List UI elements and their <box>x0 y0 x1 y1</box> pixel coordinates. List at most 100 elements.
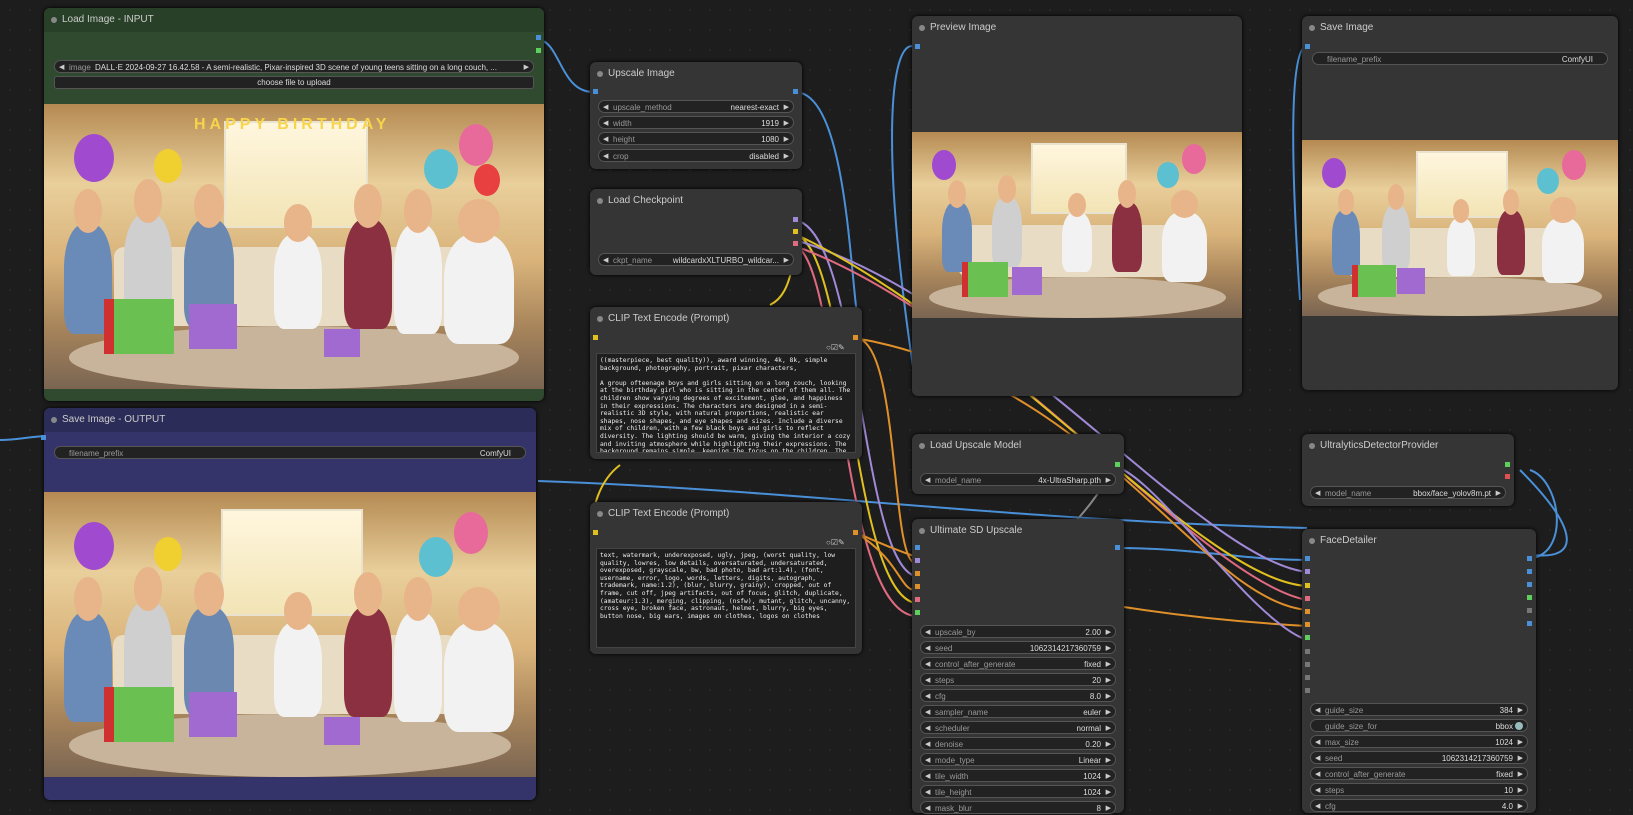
output-slot-detailer-pipe[interactable] <box>1527 608 1532 613</box>
output-slot-upscale-model[interactable] <box>1115 462 1120 467</box>
widget-tile-width[interactable]: ◀ tile_width 1024 ▶ <box>920 769 1116 782</box>
widget-label: image <box>69 63 91 72</box>
node-title: Load Checkpoint <box>590 189 802 213</box>
widget-steps[interactable]: ◀ steps 20 ▶ <box>920 673 1116 686</box>
input-slot-model[interactable] <box>1305 569 1310 574</box>
output-slot-bbox-detector[interactable] <box>1505 462 1510 467</box>
widget-guide-size-for[interactable]: guide_size_for bbox <box>1310 719 1528 732</box>
input-slot-positive[interactable] <box>1305 609 1310 614</box>
node-title: FaceDetailer <box>1302 529 1536 553</box>
choose-file-button[interactable]: choose file to upload <box>54 76 534 89</box>
output-slot-vae[interactable] <box>793 241 798 246</box>
widget-mode-type[interactable]: ◀ mode_type Linear ▶ <box>920 753 1116 766</box>
widget-height[interactable]: ◀ height 1080 ▶ <box>598 132 794 145</box>
output-slot-clip[interactable] <box>793 229 798 234</box>
widget-seed[interactable]: ◀ seed 1062314217360759 ▶ <box>920 641 1116 654</box>
input-slot-images[interactable] <box>1305 44 1310 49</box>
upscale-image-node[interactable]: Upscale Image ◀ upscale_method nearest-exa… <box>590 62 802 169</box>
load-upscale-model-node[interactable]: Load Upscale Model ◀ model_name 4x-UltraSh… <box>912 434 1124 494</box>
widget-steps[interactable]: ◀ steps 10 ▶ <box>1310 783 1528 796</box>
output-slot-conditioning[interactable] <box>853 335 858 340</box>
output-slot-mask[interactable] <box>536 48 541 53</box>
output-slot-segm-detector[interactable] <box>1505 474 1510 479</box>
output-slot-image[interactable] <box>793 89 798 94</box>
output-slot-cropped-enhanced-alpha[interactable] <box>1527 582 1532 587</box>
widget-ckpt-name[interactable]: ◀ ckpt_name wildcardxXLTURBO_wildcar... ▶ <box>598 253 794 266</box>
input-slot-vae[interactable] <box>915 597 920 602</box>
output-slot-model[interactable] <box>793 217 798 222</box>
widget-cfg[interactable]: ◀ cfg 8.0 ▶ <box>920 689 1116 702</box>
input-image-preview: HAPPY BIRTHDAY <box>44 104 544 389</box>
input-slot-negative[interactable] <box>915 584 920 589</box>
widget-tile-height[interactable]: ◀ tile_height 1024 ▶ <box>920 785 1116 798</box>
save-image-node[interactable]: Save Image filename_prefix ComfyUI <box>1302 16 1618 390</box>
input-slot-images[interactable] <box>41 435 46 440</box>
filename-prefix-widget[interactable]: filename_prefix ComfyUI <box>1312 52 1608 65</box>
face-detailer-node[interactable]: FaceDetailer ◀ guide_size 384 ▶ guide_size_… <box>1302 529 1536 813</box>
widget-upscale-method[interactable]: ◀ upscale_method nearest-exact ▶ <box>598 100 794 113</box>
load-checkpoint-node[interactable]: Load Checkpoint ◀ ckpt_name wildcardxXLTUR… <box>590 189 802 275</box>
widget-max-size[interactable]: ◀ max_size 1024 ▶ <box>1310 735 1528 748</box>
input-slot-image[interactable] <box>1305 556 1310 561</box>
clip-text-encode-negative-node[interactable]: CLIP Text Encode (Prompt) ○☑✎ text, wate… <box>590 502 862 654</box>
prompt-textarea[interactable]: text, watermark, underexposed, ugly, jpe… <box>596 548 856 648</box>
output-slot-conditioning[interactable] <box>853 530 858 535</box>
input-slot-image[interactable] <box>915 545 920 550</box>
output-slot-mask[interactable] <box>1527 595 1532 600</box>
output-slot-cropped-refined[interactable] <box>1527 569 1532 574</box>
ultimate-sd-upscale-node[interactable]: Ultimate SD Upscale ◀ upscale_by 2.00 ▶ ◀ se… <box>912 519 1124 814</box>
output-slot-image[interactable] <box>1115 545 1120 550</box>
widget-upscale-by[interactable]: ◀ upscale_by 2.00 ▶ <box>920 625 1116 638</box>
node-title: UltralyticsDetectorProvider <box>1302 434 1514 458</box>
image-select-widget[interactable]: ◀ image DALL·E 2024-09-27 16.42.58 - A s… <box>54 60 534 73</box>
output-image-preview <box>44 492 536 777</box>
widget-model-name[interactable]: ◀ model_name 4x-UltraSharp.pth ▶ <box>920 473 1116 486</box>
output-slot-image[interactable] <box>536 35 541 40</box>
output-slot-cnet-images[interactable] <box>1527 621 1532 626</box>
input-slot-detailer-hook[interactable] <box>1305 675 1310 680</box>
prompt-textarea[interactable]: ((masterpiece, best quality)), award win… <box>596 353 856 453</box>
input-slot-image[interactable] <box>593 89 598 94</box>
node-title: Save Image - OUTPUT <box>44 408 536 432</box>
widget-sampler-name[interactable]: ◀ sampler_name euler ▶ <box>920 705 1116 718</box>
widget-width[interactable]: ◀ width 1919 ▶ <box>598 116 794 129</box>
input-slot-sam-model[interactable] <box>1305 649 1310 654</box>
input-slot-bbox-detector[interactable] <box>1305 635 1310 640</box>
input-slot-vae[interactable] <box>1305 596 1310 601</box>
widget-guide-size[interactable]: ◀ guide_size 384 ▶ <box>1310 703 1528 716</box>
widget-crop[interactable]: ◀ crop disabled ▶ <box>598 149 794 162</box>
load-image-node[interactable]: Load Image - INPUT ◀ image DALL·E 2024-0… <box>44 8 544 401</box>
input-slot-images[interactable] <box>915 44 920 49</box>
input-slot-clip[interactable] <box>1305 583 1310 588</box>
filename-prefix-widget[interactable]: filename_prefix ComfyUI <box>54 446 526 459</box>
arrow-right-icon[interactable]: ▶ <box>524 61 529 74</box>
node-title: CLIP Text Encode (Prompt) <box>590 307 862 331</box>
input-slot-model[interactable] <box>915 558 920 563</box>
widget-model-name[interactable]: ◀ model_name bbox/face_yolov8m.pt ▶ <box>1310 486 1506 499</box>
node-title: Preview Image <box>912 16 1242 40</box>
input-slot-segm-detector[interactable] <box>1305 662 1310 667</box>
settings-icon[interactable]: ○☑✎ <box>826 538 845 547</box>
input-slot-negative[interactable] <box>1305 622 1310 627</box>
preview-image-node[interactable]: Preview Image <box>912 16 1242 396</box>
widget-denoise[interactable]: ◀ denoise 0.20 ▶ <box>920 737 1116 750</box>
output-slot-image[interactable] <box>1527 556 1532 561</box>
clip-text-encode-positive-node[interactable]: CLIP Text Encode (Prompt) ○☑✎ ((masterpi… <box>590 307 862 459</box>
widget-mask-blur[interactable]: ◀ mask_blur 8 ▶ <box>920 801 1116 814</box>
input-slot-scheduler-func[interactable] <box>1305 688 1310 693</box>
input-slot-clip[interactable] <box>593 335 598 340</box>
save-output-node[interactable]: Save Image - OUTPUT filename_prefix Comf… <box>41 408 536 800</box>
input-slot-upscale-model[interactable] <box>915 610 920 615</box>
settings-icon[interactable]: ○☑✎ <box>826 343 845 352</box>
arrow-left-icon[interactable]: ◀ <box>59 61 64 74</box>
input-slot-positive[interactable] <box>915 571 920 576</box>
widget-control-after-generate[interactable]: ◀ control_after_generate fixed ▶ <box>920 657 1116 670</box>
widget-cfg[interactable]: ◀ cfg 4.0 ▶ <box>1310 799 1528 812</box>
input-slot-clip[interactable] <box>593 530 598 535</box>
widget-seed[interactable]: ◀ seed 1062314217360759 ▶ <box>1310 751 1528 764</box>
widget-control-after-generate[interactable]: ◀ control_after_generate fixed ▶ <box>1310 767 1528 780</box>
ultralytics-detector-node[interactable]: UltralyticsDetectorProvider ◀ model_name b… <box>1302 434 1514 506</box>
widget-scheduler[interactable]: ◀ scheduler normal ▶ <box>920 721 1116 734</box>
node-title: Ultimate SD Upscale <box>912 519 1124 543</box>
node-title: Load Upscale Model <box>912 434 1124 458</box>
